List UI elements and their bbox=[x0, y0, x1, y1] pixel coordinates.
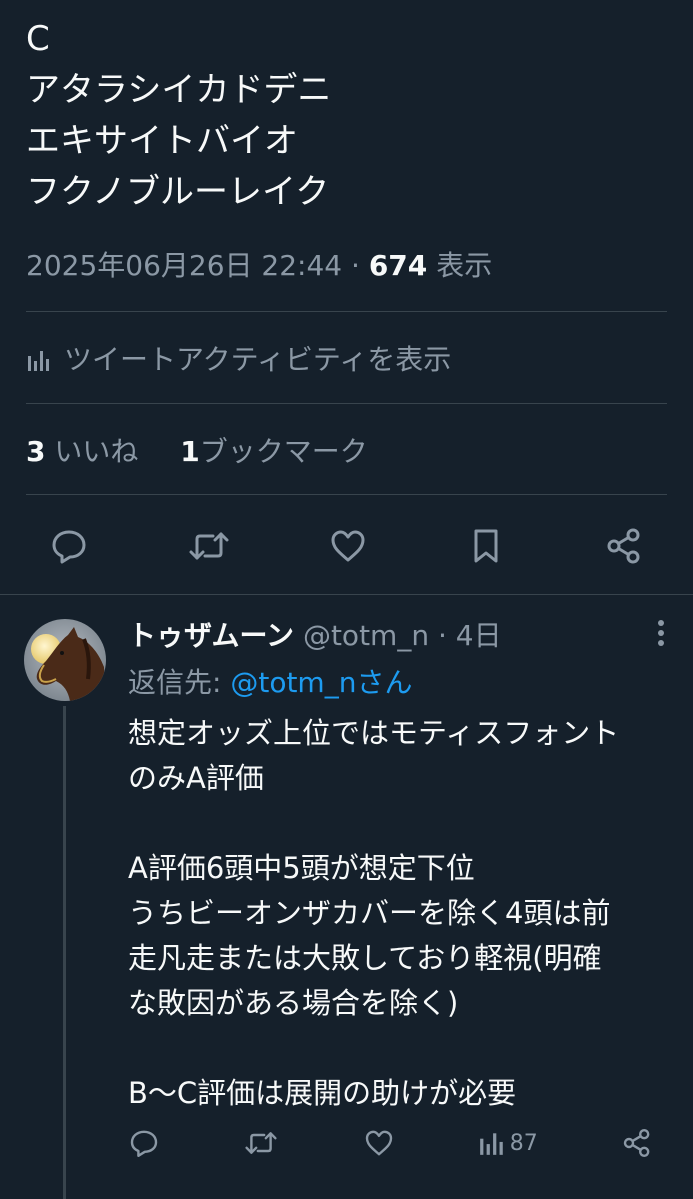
analytics-icon bbox=[28, 351, 49, 371]
reply-icon bbox=[130, 1130, 158, 1157]
views-count: 674 bbox=[368, 249, 428, 282]
reply-line bbox=[128, 1026, 673, 1071]
reply-handle[interactable]: @totm_n bbox=[303, 619, 429, 652]
retweet-icon bbox=[245, 1132, 277, 1154]
reply-text: 想定オッズ上位ではモティスフォント のみA評価 A評価6頭中5頭が想定下位 うち… bbox=[128, 711, 673, 1116]
replying-mention[interactable]: @totm_nさん bbox=[230, 666, 412, 699]
replying-prefix: 返信先: bbox=[128, 666, 231, 699]
likes-label: いいね bbox=[54, 435, 139, 468]
reply-action-bar: 87 bbox=[128, 1123, 653, 1163]
divider bbox=[26, 494, 667, 495]
retweet-button[interactable] bbox=[187, 526, 231, 566]
views-label: 表示 bbox=[436, 249, 493, 282]
share-icon bbox=[607, 528, 640, 564]
avatar[interactable] bbox=[24, 619, 106, 701]
reply-retweet-button[interactable] bbox=[243, 1127, 279, 1159]
reply-line: B〜C評価は展開の助けが必要 bbox=[128, 1076, 517, 1110]
heart-icon bbox=[365, 1130, 392, 1156]
reply-icon bbox=[52, 530, 86, 564]
analytics-icon bbox=[479, 1133, 503, 1155]
tweet-timestamp[interactable]: 2025年06月26日 22:44 bbox=[26, 249, 342, 282]
tweet-line: フクノブルーレイク bbox=[26, 172, 330, 212]
bookmark-icon bbox=[474, 529, 498, 563]
divider bbox=[26, 403, 667, 404]
bookmarks-stat[interactable]: 1ブックマーク bbox=[180, 435, 368, 468]
reply-button[interactable] bbox=[49, 526, 89, 566]
tweet-activity-link[interactable]: ツイートアクティビティを表示 bbox=[26, 340, 451, 380]
likes-count: 3 bbox=[26, 435, 46, 468]
reply-share-button[interactable] bbox=[621, 1127, 653, 1159]
reply-line: 想定オッズ上位ではモティスフォント bbox=[128, 716, 620, 750]
reply-display-name[interactable]: トゥザムーン bbox=[128, 619, 294, 652]
reply-line: 走凡走または大敗しており軽視(明確 bbox=[128, 941, 602, 975]
share-button[interactable] bbox=[604, 526, 644, 566]
activity-label: ツイートアクティビティを表示 bbox=[64, 343, 452, 376]
divider bbox=[26, 311, 667, 312]
tweet-action-bar bbox=[0, 520, 693, 572]
section-divider bbox=[0, 594, 693, 595]
tweet-meta: 2025年06月26日 22:44 · 674 表示 bbox=[26, 246, 492, 286]
more-options-button[interactable] bbox=[657, 618, 665, 652]
reply-views-button[interactable]: 87 bbox=[478, 1129, 538, 1157]
tweet-line: エキサイトバイオ bbox=[26, 121, 298, 161]
replying-to: 返信先: @totm_nさん bbox=[128, 663, 412, 703]
tweet-line: アタラシイカドデニ bbox=[26, 70, 332, 110]
tweet-text: C アタラシイカドデニ エキサイトバイオ フクノブルーレイク bbox=[26, 14, 666, 218]
reply-reply-button[interactable] bbox=[128, 1127, 160, 1159]
thread-line bbox=[63, 706, 66, 1199]
heart-icon bbox=[331, 530, 365, 562]
likes-stat[interactable]: 3 いいね bbox=[26, 435, 138, 468]
reply-line: のみA評価 bbox=[128, 761, 264, 795]
reply-header: トゥザムーン @totm_n · 4日 bbox=[128, 616, 502, 656]
reply-time[interactable]: 4日 bbox=[456, 619, 502, 652]
reply-line: な敗因がある場合を除く) bbox=[128, 986, 459, 1020]
reply-line bbox=[128, 801, 673, 846]
reply-view-count: 87 bbox=[509, 1130, 538, 1156]
reply-line: うちビーオンザカバーを除く4頭は前 bbox=[128, 896, 611, 930]
reply-like-button[interactable] bbox=[363, 1127, 395, 1159]
engagement-stats: 3 いいね 1ブックマーク bbox=[26, 432, 368, 472]
like-button[interactable] bbox=[328, 526, 368, 566]
reply-line: A評価6頭中5頭が想定下位 bbox=[128, 851, 475, 885]
meta-separator: · bbox=[351, 249, 360, 282]
share-icon bbox=[623, 1129, 650, 1157]
more-vertical-icon bbox=[658, 620, 664, 646]
bookmark-button[interactable] bbox=[466, 526, 506, 566]
bookmarks-label: ブックマーク bbox=[199, 435, 368, 468]
reply-separator: · bbox=[437, 619, 447, 652]
horse-avatar-image bbox=[24, 619, 106, 701]
retweet-icon bbox=[189, 532, 229, 560]
bookmarks-count: 1 bbox=[180, 435, 200, 468]
tweet-line: C bbox=[26, 19, 50, 59]
